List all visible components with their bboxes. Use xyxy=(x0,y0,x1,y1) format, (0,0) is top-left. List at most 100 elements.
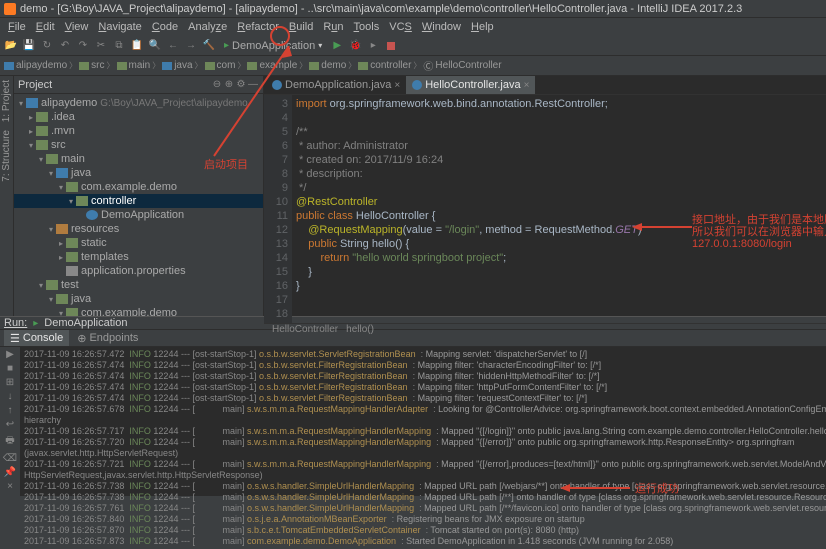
start-project-label: 启动项目 xyxy=(204,156,248,172)
menu-file[interactable]: File xyxy=(4,21,30,33)
back-icon[interactable]: ← xyxy=(166,39,180,53)
structure-tool-button[interactable]: 7: Structure xyxy=(1,130,12,182)
redo-icon[interactable]: ↷ xyxy=(76,39,90,53)
tab-hello-controller[interactable]: HelloController.java × xyxy=(406,76,535,94)
crumb-src[interactable]: src xyxy=(79,60,104,71)
tree-row[interactable]: ▾java xyxy=(14,292,263,306)
menu-navigate[interactable]: Navigate xyxy=(94,21,145,33)
menu-build[interactable]: Build xyxy=(285,21,317,33)
tree-row[interactable]: ▸.idea xyxy=(14,110,263,124)
tab-demo-application[interactable]: DemoApplication.java × xyxy=(266,76,406,94)
project-header: Project ⊖ ⊕ ⚙ — xyxy=(14,76,263,94)
line-gutter: 3456789101112131415161718 xyxy=(264,95,292,323)
menu-view[interactable]: View xyxy=(61,21,93,33)
open-icon[interactable]: 📂 xyxy=(4,39,18,53)
crumb-module[interactable]: alipaydemo xyxy=(4,60,67,71)
console-output[interactable]: 2017-11-09 16:26:57.472 INFO 12244 --- [… xyxy=(20,347,826,549)
tree-row[interactable]: ▾controller xyxy=(14,194,263,208)
tree-root[interactable]: ▾ alipaydemoG:\Boy\JAVA_Project\alipayde… xyxy=(14,96,263,110)
tree-row[interactable]: ▾resources xyxy=(14,222,263,236)
tree-row[interactable]: ▾test xyxy=(14,278,263,292)
crumb-class[interactable]: Ⓒ HelloController xyxy=(423,58,501,73)
debug-button[interactable]: 🐞 xyxy=(348,39,362,53)
forward-icon[interactable]: → xyxy=(184,39,198,53)
window-titlebar: demo - [G:\Boy\JAVA_Project\alipaydemo] … xyxy=(0,0,826,18)
run-label: Run: xyxy=(4,317,27,329)
main-toolbar: 📂 💾 ↻ ↶ ↷ ✂ ⧉ 📋 🔍 ← → 🔨 ▸ DemoApplicatio… xyxy=(0,36,826,56)
crumb-controller[interactable]: controller xyxy=(358,60,411,71)
dropdown-icon: ▾ xyxy=(318,41,322,50)
class-icon xyxy=(412,80,422,90)
wrap-icon[interactable]: ↩ xyxy=(6,419,14,430)
tree-row[interactable]: ▸static xyxy=(14,236,263,250)
close-icon[interactable]: × xyxy=(394,80,400,91)
hide-icon[interactable]: — xyxy=(247,79,259,90)
menu-code[interactable]: Code xyxy=(148,21,182,33)
menu-vcs[interactable]: VCS xyxy=(385,21,416,33)
project-tool-button[interactable]: 1: Project xyxy=(1,80,12,122)
tree-row[interactable]: ▸templates xyxy=(14,250,263,264)
tree-row[interactable]: ▾src xyxy=(14,138,263,152)
close-icon[interactable]: × xyxy=(524,80,530,91)
paste-icon[interactable]: 📋 xyxy=(130,39,144,53)
clear-icon[interactable]: ⌫ xyxy=(3,453,17,464)
tree-row[interactable]: ▾com.example.demo xyxy=(14,180,263,194)
bc-class[interactable]: HelloController xyxy=(272,324,338,335)
stop-button[interactable] xyxy=(384,39,398,53)
project-label: Project xyxy=(18,79,52,91)
bc-method[interactable]: hello() xyxy=(346,324,374,335)
nav-breadcrumb: alipaydemo〉 src〉 main〉 java〉 com〉 exampl… xyxy=(0,56,826,76)
code-area[interactable]: 3456789101112131415161718 import org.spr… xyxy=(264,95,826,323)
gear-icon[interactable]: ⚙ xyxy=(235,79,247,90)
run-body: ▶ ■ ⊞ ↓ ↑ ↩ 🖶 ⌫ 📌 × 2017-11-09 16:26:57.… xyxy=(0,347,826,549)
print-icon[interactable]: 🖶 xyxy=(5,433,14,450)
copy-icon[interactable]: ⧉ xyxy=(112,39,126,53)
stop-icon[interactable]: ■ xyxy=(7,363,13,374)
rerun-icon[interactable]: ▶ xyxy=(6,349,14,360)
run-name: DemoApplication xyxy=(44,317,127,329)
save-icon[interactable]: 💾 xyxy=(22,39,36,53)
crumb-com[interactable]: com xyxy=(205,60,236,71)
highlight-circle xyxy=(270,26,290,46)
run-config-icon: ▸ xyxy=(224,40,229,51)
coverage-button[interactable]: ▸ xyxy=(366,39,380,53)
run-button[interactable]: ▶ xyxy=(330,39,344,53)
menu-run[interactable]: Run xyxy=(319,21,347,33)
crumb-demo[interactable]: demo xyxy=(309,60,346,71)
project-tree[interactable]: ▾ alipaydemoG:\Boy\JAVA_Project\alipayde… xyxy=(14,94,263,316)
crumb-java[interactable]: java xyxy=(162,60,192,71)
find-icon[interactable]: 🔍 xyxy=(148,39,162,53)
target-icon[interactable]: ⊕ xyxy=(223,79,235,90)
crumb-example[interactable]: example xyxy=(247,60,297,71)
run-success-label: 运行成功 xyxy=(635,480,679,496)
main-area: 1: Project 7: Structure Project ⊖ ⊕ ⚙ — … xyxy=(0,76,826,316)
tree-row[interactable]: DemoApplication xyxy=(14,208,263,222)
tree-row[interactable]: ▾com.example.demo xyxy=(14,306,263,316)
down-icon[interactable]: ↓ xyxy=(8,391,13,402)
run-panel: Run: ▸ DemoApplication ☰ Console ⊕ Endpo… xyxy=(0,316,826,496)
endpoints-tab[interactable]: ⊕ Endpoints xyxy=(71,330,144,346)
code-content[interactable]: import org.springframework.web.bind.anno… xyxy=(292,95,826,323)
sync-icon[interactable]: ↻ xyxy=(40,39,54,53)
breadcrumb-bar: HelloController hello() xyxy=(264,323,826,335)
crumb-main[interactable]: main xyxy=(117,60,151,71)
collapse-icon[interactable]: ⊖ xyxy=(211,79,223,90)
menu-help[interactable]: Help xyxy=(467,21,498,33)
cut-icon[interactable]: ✂ xyxy=(94,39,108,53)
undo-icon[interactable]: ↶ xyxy=(58,39,72,53)
menu-analyze[interactable]: Analyze xyxy=(184,21,231,33)
tree-row[interactable]: ▸.mvn xyxy=(14,124,263,138)
up-icon[interactable]: ↑ xyxy=(8,405,13,416)
tree-row[interactable]: application.properties xyxy=(14,264,263,278)
console-tab[interactable]: ☰ Console xyxy=(4,330,69,346)
run-icon: ▸ xyxy=(33,318,38,329)
project-panel: Project ⊖ ⊕ ⚙ — ▾ alipaydemoG:\Boy\JAVA_… xyxy=(14,76,264,316)
build-icon[interactable]: 🔨 xyxy=(202,39,216,53)
close-icon[interactable]: × xyxy=(7,481,13,492)
menu-edit[interactable]: Edit xyxy=(32,21,59,33)
url-note-3: 127.0.0.1:8080/login xyxy=(692,237,792,251)
pin-icon[interactable]: 📌 xyxy=(4,467,16,478)
menu-window[interactable]: Window xyxy=(418,21,465,33)
layout-icon[interactable]: ⊞ xyxy=(6,377,14,388)
menu-tools[interactable]: Tools xyxy=(350,21,384,33)
